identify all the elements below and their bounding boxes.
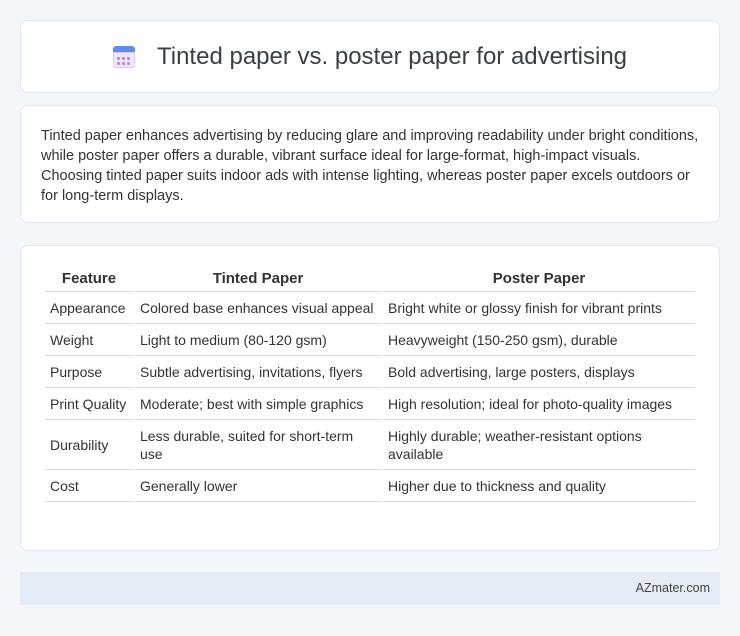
- feature-cell: Cost: [45, 470, 133, 502]
- intro-text: Tinted paper enhances advertising by red…: [41, 128, 699, 204]
- table-row: Print Quality Moderate; best with simple…: [45, 388, 695, 420]
- poster-cell: Bright white or glossy finish for vibran…: [383, 292, 695, 324]
- page-title: Tinted paper vs. poster paper for advert…: [156, 42, 628, 70]
- tinted-cell: Generally lower: [135, 470, 381, 502]
- poster-cell: High resolution; ideal for photo-quality…: [383, 388, 695, 420]
- feature-cell: Durability: [45, 420, 133, 470]
- comparison-table: Feature Tinted Paper Poster Paper Appear…: [43, 266, 697, 502]
- column-header-poster: Poster Paper: [383, 266, 695, 292]
- feature-cell: Purpose: [45, 356, 133, 388]
- feature-cell: Weight: [45, 324, 133, 356]
- intro-card: Tinted paper enhances advertising by red…: [20, 105, 720, 223]
- comparison-card: Feature Tinted Paper Poster Paper Appear…: [20, 245, 720, 551]
- poster-cell: Higher due to thickness and quality: [383, 470, 695, 502]
- tinted-cell: Colored base enhances visual appeal: [135, 292, 381, 324]
- table-row: Durability Less durable, suited for shor…: [45, 420, 695, 470]
- table-row: Weight Light to medium (80-120 gsm) Heav…: [45, 324, 695, 356]
- table-row: Appearance Colored base enhances visual …: [45, 292, 695, 324]
- tinted-cell: Light to medium (80-120 gsm): [135, 324, 381, 356]
- title-card: Tinted paper vs. poster paper for advert…: [20, 20, 720, 93]
- tinted-cell: Subtle advertising, invitations, flyers: [135, 356, 381, 388]
- calendar-icon: [112, 45, 135, 68]
- tinted-cell: Less durable, suited for short-term use: [135, 420, 381, 470]
- poster-cell: Bold advertising, large posters, display…: [383, 356, 695, 388]
- column-header-feature: Feature: [45, 266, 133, 292]
- tinted-cell: Moderate; best with simple graphics: [135, 388, 381, 420]
- feature-cell: Appearance: [45, 292, 133, 324]
- table-row: Cost Generally lower Higher due to thick…: [45, 470, 695, 502]
- table-header-row: Feature Tinted Paper Poster Paper: [45, 266, 695, 292]
- feature-cell: Print Quality: [45, 388, 133, 420]
- footer: AZmater.com: [20, 572, 720, 605]
- footer-brand: AZmater.com: [635, 581, 710, 595]
- column-header-tinted: Tinted Paper: [135, 266, 381, 292]
- table-row: Purpose Subtle advertising, invitations,…: [45, 356, 695, 388]
- poster-cell: Highly durable; weather-resistant option…: [383, 420, 695, 470]
- poster-cell: Heavyweight (150-250 gsm), durable: [383, 324, 695, 356]
